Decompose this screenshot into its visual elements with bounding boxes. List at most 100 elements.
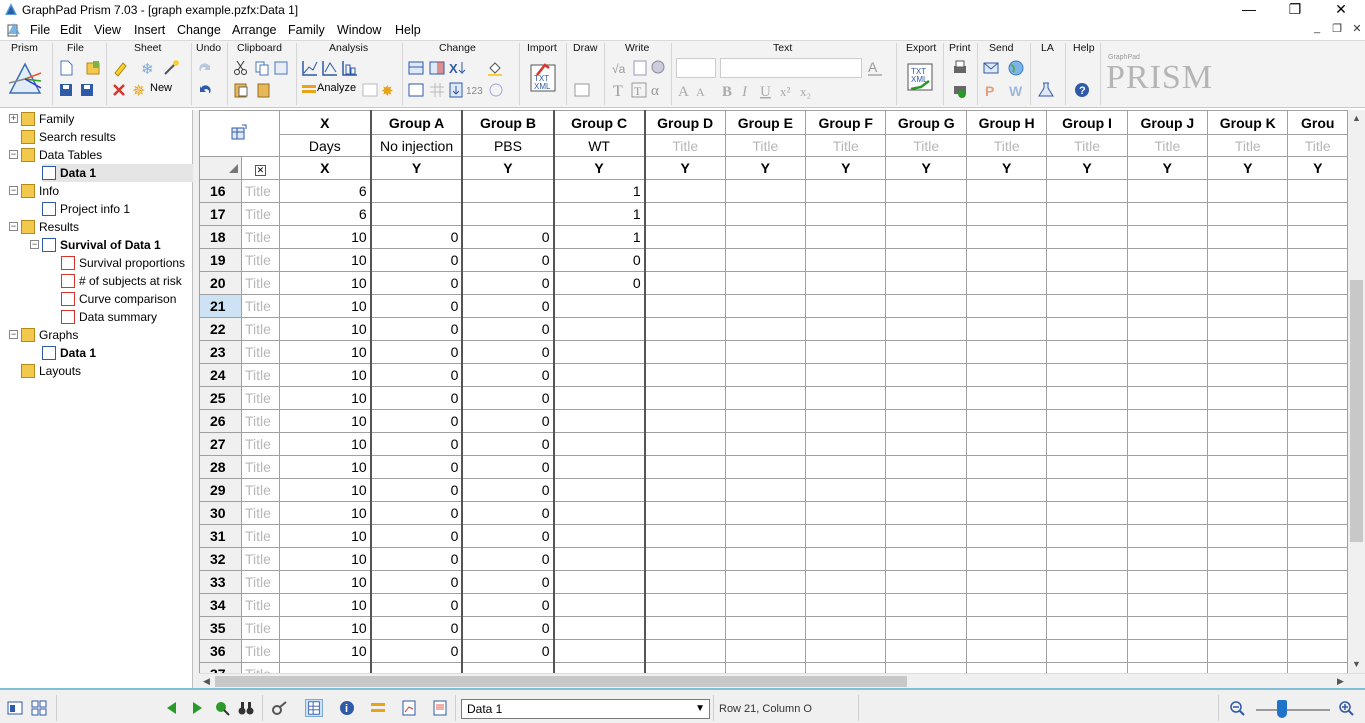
row-number[interactable]: 32 xyxy=(199,547,242,571)
data-cell[interactable] xyxy=(885,317,967,341)
data-cell-x[interactable]: 10 xyxy=(278,616,372,640)
data-cell[interactable] xyxy=(1126,570,1209,594)
column-header[interactable]: Grou xyxy=(1287,110,1348,135)
data-cell[interactable] xyxy=(1046,547,1128,571)
data-cell[interactable] xyxy=(805,225,887,249)
data-cell[interactable] xyxy=(1207,386,1289,410)
data-cell[interactable] xyxy=(724,179,807,203)
copy-icon[interactable] xyxy=(253,59,271,77)
data-cell[interactable] xyxy=(461,202,555,226)
results-icon[interactable] xyxy=(369,699,387,717)
save-icon[interactable] xyxy=(57,81,75,99)
data-cell[interactable] xyxy=(805,294,887,318)
data-cell[interactable] xyxy=(1207,593,1289,617)
redo-icon[interactable] xyxy=(196,59,214,77)
data-cell[interactable] xyxy=(805,478,887,502)
data-cell[interactable] xyxy=(1126,386,1209,410)
data-cell[interactable] xyxy=(644,409,726,433)
data-cell[interactable] xyxy=(805,409,887,433)
mdi-minimize-button[interactable]: _ xyxy=(1308,22,1326,37)
row-title-cell[interactable]: Title xyxy=(241,432,280,456)
data-cell[interactable] xyxy=(1126,179,1209,203)
data-cell-x[interactable]: 10 xyxy=(278,409,372,433)
row-title-cell[interactable]: Title xyxy=(241,340,280,364)
data-cell[interactable]: 0 xyxy=(461,340,555,364)
table-corner[interactable] xyxy=(199,110,280,157)
data-cell-x[interactable]: 6 xyxy=(278,179,372,203)
row-number[interactable]: 31 xyxy=(199,524,242,548)
data-cell[interactable] xyxy=(724,593,807,617)
data-cell[interactable] xyxy=(1207,202,1289,226)
data-cell[interactable] xyxy=(553,570,646,594)
data-cell[interactable] xyxy=(1126,478,1209,502)
sqrt-icon[interactable]: √a xyxy=(611,59,629,77)
data-cell-x[interactable]: 10 xyxy=(278,225,372,249)
row-number[interactable]: 35 xyxy=(199,616,242,640)
grid-icon[interactable] xyxy=(428,81,446,99)
data-cell-x[interactable]: 10 xyxy=(278,593,372,617)
data-cell[interactable] xyxy=(553,478,646,502)
clear-title-column[interactable]: ✕ xyxy=(241,156,280,180)
data-cell[interactable] xyxy=(1046,432,1128,456)
data-cell[interactable] xyxy=(885,271,967,295)
row-title-cell[interactable]: Title xyxy=(241,386,280,410)
send-word-icon[interactable]: W xyxy=(1007,81,1025,99)
save-as-icon[interactable] xyxy=(78,81,96,99)
data-cell[interactable]: 0 xyxy=(461,317,555,341)
text-format-toolbar[interactable]: A A B I U x² x₂ xyxy=(676,81,856,99)
data-cell[interactable] xyxy=(1126,340,1209,364)
data-cell[interactable] xyxy=(1287,547,1348,571)
data-cell[interactable]: 0 xyxy=(370,225,464,249)
data-cell[interactable]: 0 xyxy=(461,248,555,272)
data-cell[interactable]: 1 xyxy=(553,202,646,226)
data-cell[interactable] xyxy=(965,317,1048,341)
data-cell[interactable] xyxy=(370,202,464,226)
data-cell[interactable] xyxy=(885,179,967,203)
data-cell[interactable] xyxy=(1046,639,1128,663)
data-cell[interactable] xyxy=(724,386,807,410)
data-cell[interactable] xyxy=(553,432,646,456)
document-system-icon[interactable] xyxy=(6,22,22,38)
data-cell[interactable] xyxy=(965,593,1048,617)
insert-row-icon[interactable] xyxy=(407,81,425,99)
data-cell[interactable] xyxy=(885,202,967,226)
data-cell[interactable] xyxy=(1287,271,1348,295)
row-title-cell[interactable]: Title xyxy=(241,363,280,387)
data-cell[interactable] xyxy=(1126,202,1209,226)
data-cell[interactable] xyxy=(1287,501,1348,525)
data-cell[interactable] xyxy=(1207,248,1289,272)
data-cell[interactable]: 0 xyxy=(370,363,464,387)
data-cell[interactable]: 0 xyxy=(461,593,555,617)
data-cell[interactable] xyxy=(805,179,887,203)
row-number[interactable]: 18 xyxy=(199,225,242,249)
row-title-cell[interactable]: Title xyxy=(241,570,280,594)
data-cell[interactable] xyxy=(461,179,555,203)
data-cell[interactable] xyxy=(805,570,887,594)
globe-icon[interactable] xyxy=(1007,59,1025,77)
data-cell[interactable] xyxy=(724,524,807,548)
data-cell[interactable] xyxy=(1287,317,1348,341)
data-cell[interactable] xyxy=(885,547,967,571)
row-title-cell[interactable]: Title xyxy=(241,202,280,226)
import-xml-icon[interactable]: TXTXML xyxy=(527,61,561,95)
zoom-out-icon[interactable] xyxy=(1228,699,1246,717)
row-number[interactable]: 30 xyxy=(199,501,242,525)
data-cell[interactable] xyxy=(1126,294,1209,318)
link-icon[interactable] xyxy=(271,699,289,717)
data-cell[interactable] xyxy=(885,294,967,318)
zoom-slider-track[interactable] xyxy=(1256,709,1330,711)
window-view-icon[interactable] xyxy=(6,699,24,717)
data-cell[interactable] xyxy=(644,501,726,525)
data-cell[interactable] xyxy=(885,501,967,525)
data-cell[interactable] xyxy=(805,363,887,387)
data-cell[interactable] xyxy=(1126,662,1209,673)
data-cell[interactable]: 0 xyxy=(461,570,555,594)
data-cell[interactable] xyxy=(885,524,967,548)
row-title-cell[interactable]: Title xyxy=(241,639,280,663)
prism-logo-icon[interactable] xyxy=(7,61,43,97)
column-subtitle[interactable]: Title xyxy=(965,134,1048,157)
highlight-icon[interactable] xyxy=(112,59,130,77)
column-header[interactable]: Group I xyxy=(1046,110,1128,135)
data-cell[interactable] xyxy=(1126,363,1209,387)
data-cell[interactable] xyxy=(885,248,967,272)
